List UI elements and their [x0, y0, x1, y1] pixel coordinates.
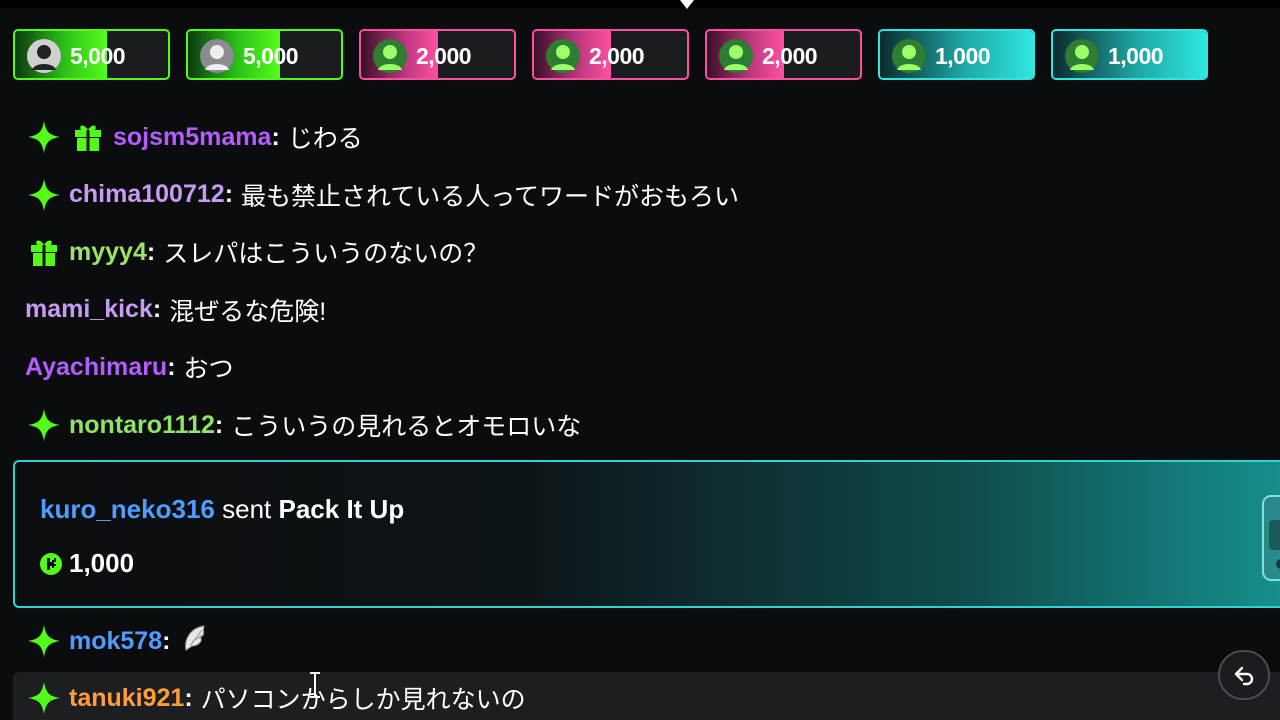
reply-icon: [1234, 666, 1254, 686]
chat-text: スレパはこういうのないの？: [163, 240, 489, 269]
pinned-gift-amount: 1,000: [935, 43, 991, 69]
top-bar: [0, 0, 1280, 8]
chat-message[interactable]: mok578:: [25, 621, 214, 661]
pinned-gift-amount: 1,000: [1108, 43, 1164, 69]
sparkle-badge-icon: [25, 622, 63, 660]
collapse-caret-icon[interactable]: [680, 0, 694, 9]
pinned-gift-avatar: [1065, 39, 1099, 73]
gift-badge-icon: [25, 233, 63, 271]
chat-text: 最も禁止されている人ってワードがおもろい: [241, 182, 740, 211]
pinned-gift-chip[interactable]: 2,000: [359, 29, 516, 80]
pinned-gift-amount: 2,000: [589, 43, 645, 69]
pinned-gift-avatar: [27, 39, 61, 73]
gift-name: Pack It Up: [278, 494, 405, 524]
gift-event-text: kuro_neko316 sent Pack It Up: [40, 494, 404, 525]
wing-emote-icon: [178, 620, 214, 663]
gift-amount-value: 1,000: [69, 548, 135, 578]
pinned-gift-chip[interactable]: 1,000: [1051, 29, 1208, 80]
kick-coin-icon: [40, 552, 62, 575]
chat-text: じわる: [287, 125, 363, 153]
chat-username[interactable]: mami_kick: [25, 295, 153, 324]
sparkle-badge-icon: [25, 679, 63, 717]
chat-text: おつ: [183, 355, 234, 384]
sparkle-badge-icon: [25, 118, 63, 156]
chat-text: 混ぜるな危険!: [169, 297, 327, 326]
pinned-gift-amount: 2,000: [416, 43, 472, 69]
chat-username[interactable]: Ayachimaru: [25, 353, 167, 382]
chat-separator: :: [214, 410, 224, 439]
pinned-gift-amount: 2,000: [762, 43, 818, 69]
chat-message[interactable]: chima100712: 最も禁止されている人ってワードがおもろい: [25, 175, 739, 215]
chat-username[interactable]: nontaro1112: [69, 411, 215, 440]
gift-sender[interactable]: kuro_neko316: [40, 494, 215, 524]
pinned-gift-chip[interactable]: 2,000: [705, 29, 862, 80]
chat-message[interactable]: tanuki921: パソコンからしか見れないの: [25, 678, 526, 718]
chat-username[interactable]: sojsm5mama: [113, 123, 271, 152]
chat-separator: :: [271, 122, 280, 151]
pinned-gift-chip[interactable]: 1,000: [878, 29, 1035, 80]
chat-username[interactable]: tanuki921: [69, 684, 184, 713]
chat-message[interactable]: sojsm5mama: じわる: [25, 117, 363, 157]
chat-separator: :: [224, 180, 234, 209]
chat-message[interactable]: mami_kick: 混ぜるな危険!: [25, 290, 326, 330]
pinned-gift-chip[interactable]: 5,000: [13, 29, 170, 80]
sparkle-badge-icon: [25, 406, 63, 444]
chat-message[interactable]: Ayachimaru: おつ: [25, 347, 234, 387]
chat-message[interactable]: nontaro1112: こういうの見れるとオモロいな: [25, 405, 581, 445]
pinned-gift-avatar: [200, 39, 234, 73]
pinned-gift-chip[interactable]: 5,000: [186, 29, 343, 80]
chat-text: パソコンからしか見れないの: [200, 686, 526, 714]
sparkle-badge-icon: [25, 176, 63, 214]
chat-separator: :: [184, 683, 193, 712]
pinned-gift-avatar: [892, 39, 926, 73]
gift-badge-icon: [69, 118, 107, 156]
pinned-gift-avatar: [373, 39, 407, 73]
chat-separator: :: [162, 626, 171, 655]
gift-event-card: kuro_neko316 sent Pack It Up 1,000: [13, 460, 1280, 608]
pinned-gift-amount: 5,000: [70, 43, 126, 69]
pinned-gift-avatar: [546, 39, 580, 73]
chat-username[interactable]: myyy4: [69, 238, 147, 267]
chat-separator: :: [146, 237, 156, 266]
pinned-gift-amount: 5,000: [243, 43, 299, 69]
chat-message[interactable]: myyy4: スレパはこういうのないの？: [25, 232, 488, 272]
chat-separator: :: [152, 295, 162, 324]
text-cursor-icon: [310, 672, 320, 698]
chat-text: こういうの見れるとオモロいな: [231, 413, 582, 441]
pack-it-up-gift-icon: [1262, 495, 1280, 581]
chat-username[interactable]: chima100712: [69, 180, 225, 209]
gift-amount: 1,000: [39, 548, 134, 579]
chat-separator: :: [167, 352, 176, 381]
reply-button[interactable]: [1218, 650, 1270, 700]
chat-username[interactable]: mok578: [69, 627, 162, 656]
gift-verb: sent: [222, 494, 272, 524]
pinned-gift-avatar: [719, 39, 753, 73]
pinned-gift-chip[interactable]: 2,000: [532, 29, 689, 80]
